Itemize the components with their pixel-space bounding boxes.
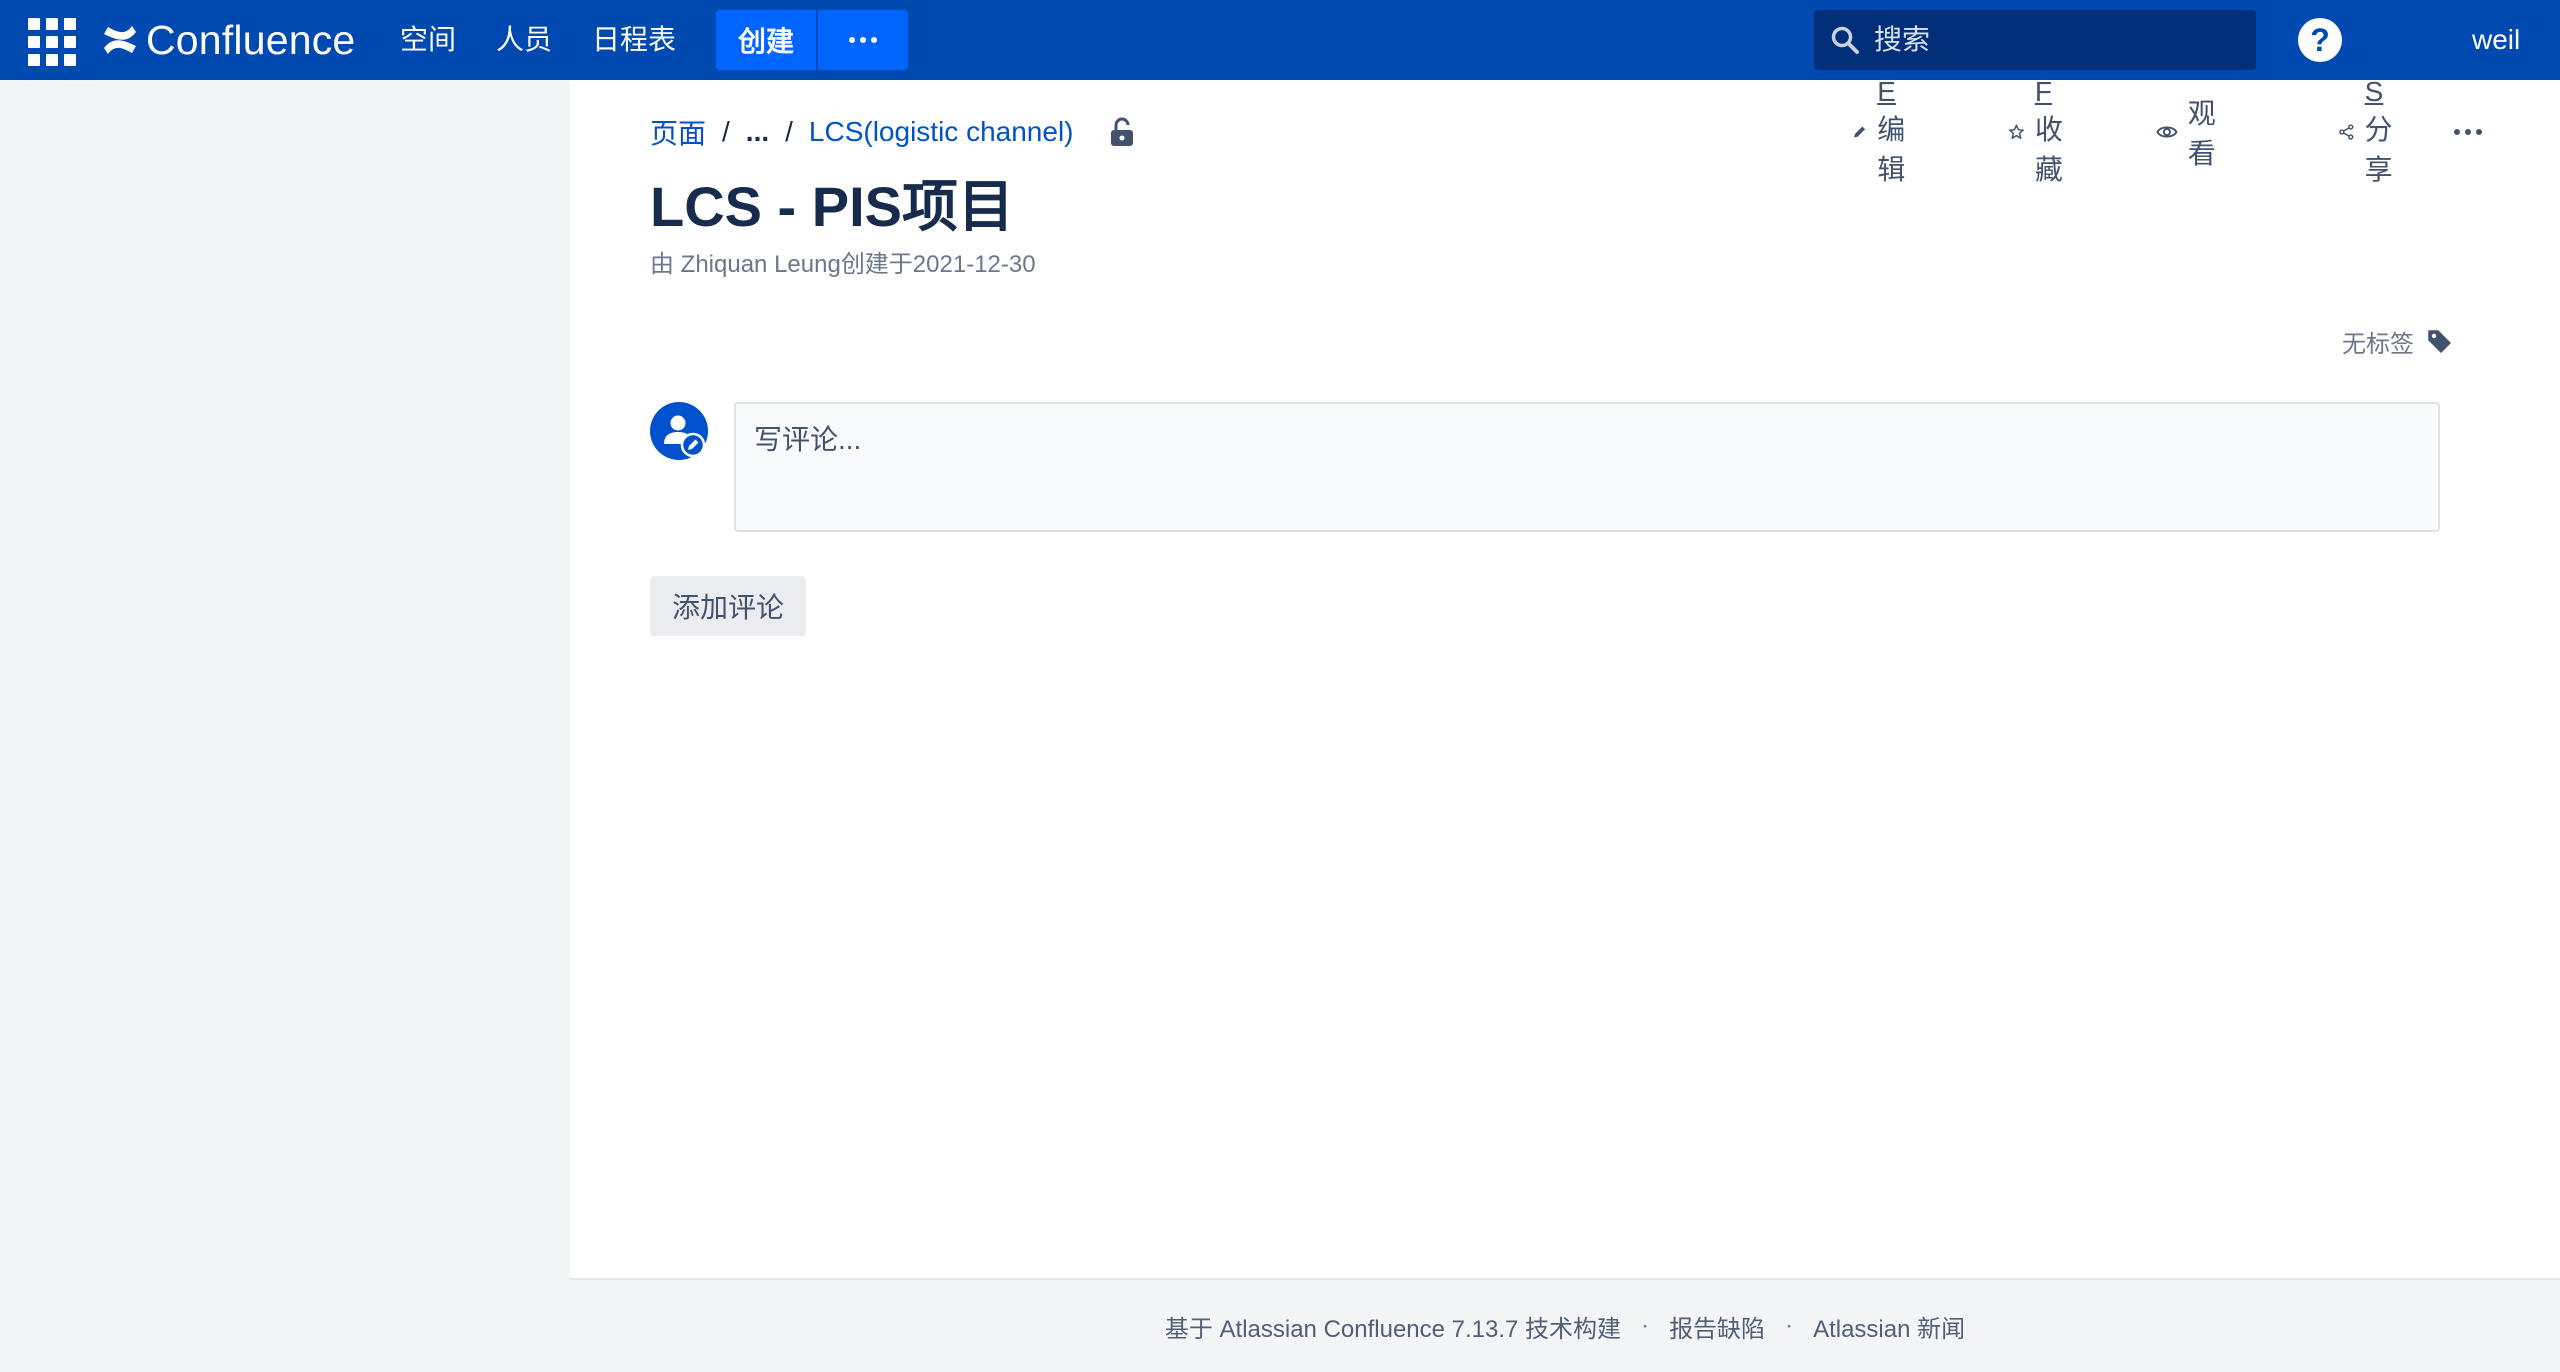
confluence-logo[interactable]: Confluence [102,14,355,66]
left-sidebar [0,80,570,1372]
byline-prefix: 由 [650,251,681,278]
unlock-icon[interactable] [1108,117,1136,147]
edit-button[interactable]: E 编辑 [1852,76,1918,185]
favorite-shortcut-key: F [2034,76,2052,107]
search-bar[interactable] [1814,10,2256,70]
breadcrumb: 页面 / ... / LCS(logistic channel) [650,112,1136,152]
search-icon [1831,26,1859,54]
edit-shortcut-key: E [1877,76,1896,107]
main-content: 页面 / ... / LCS(logistic channel) E 编辑 F 收藏 [570,76,2560,1278]
user-avatar-icon [650,402,708,460]
eye-icon [2156,126,2178,138]
footer-report-bug-link[interactable]: 报告缺陷 [1669,1309,1765,1344]
footer-separator: · [1641,1312,1650,1339]
comment-input[interactable]: 写评论... [734,402,2440,532]
breadcrumb-separator: / [722,116,730,147]
confluence-logo-icon [104,26,136,54]
more-dots-icon [849,37,855,43]
favorite-label: 收藏 [2034,114,2063,185]
no-labels-text: 无标签 [2342,330,2414,358]
footer-powered-by-link[interactable]: 基于 Atlassian Confluence 7.13.7 技术构建 [1165,1309,1621,1344]
create-more-button[interactable] [818,10,908,70]
top-navigation-bar: Confluence 空间 人员 日程表 创建 ? weil [0,0,2560,80]
labels-section[interactable]: 无标签 [2342,324,2452,358]
add-comment-button[interactable]: 添加评论 [650,576,806,636]
nav-calendar[interactable]: 日程表 [592,20,676,60]
product-name: Confluence [146,16,356,63]
more-actions-button[interactable] [2454,110,2482,154]
footer-news-link[interactable]: Atlassian 新闻 [1813,1309,1965,1344]
star-icon [2008,124,2024,139]
tag-icon [2428,330,2451,353]
page-byline: 由 Zhiquan Leung创建于2021-12-30 [650,250,1036,280]
share-button[interactable]: S 分享 [2338,76,2406,185]
favorite-button[interactable]: F 收藏 [2008,76,2076,185]
create-button[interactable]: 创建 [716,10,816,70]
pencil-icon [1854,126,1866,138]
breadcrumb-separator: / [785,116,793,147]
footer-separator: · [1785,1312,1794,1339]
share-shortcut-key: S [2364,76,2384,107]
share-icon [2339,124,2354,140]
footer: 基于 Atlassian Confluence 7.13.7 技术构建 · 报告… [570,1278,2560,1372]
breadcrumb-pages-link[interactable]: 页面 [650,112,706,152]
help-icon[interactable]: ? [2298,18,2342,62]
edit-label: 编辑 [1877,114,1906,185]
more-dots-icon [2454,129,2460,135]
share-label: 分享 [2364,114,2393,185]
search-input[interactable] [1874,24,2234,56]
watch-label: 观看 [2187,98,2216,169]
author-link[interactable]: Zhiquan Leung [681,251,841,278]
page-title: LCS - PIS项目 [650,175,1015,238]
nav-people[interactable]: 人员 [496,20,552,60]
app-switcher-icon[interactable] [28,18,76,66]
watch-button[interactable]: 观看 [2156,98,2226,169]
breadcrumb-parent-link[interactable]: LCS(logistic channel) [809,116,1074,148]
breadcrumb-ellipsis[interactable]: ... [746,116,769,148]
user-menu[interactable]: weil [2472,20,2560,60]
byline-date: 创建于2021-12-30 [840,251,1036,278]
nav-spaces[interactable]: 空间 [400,20,456,60]
